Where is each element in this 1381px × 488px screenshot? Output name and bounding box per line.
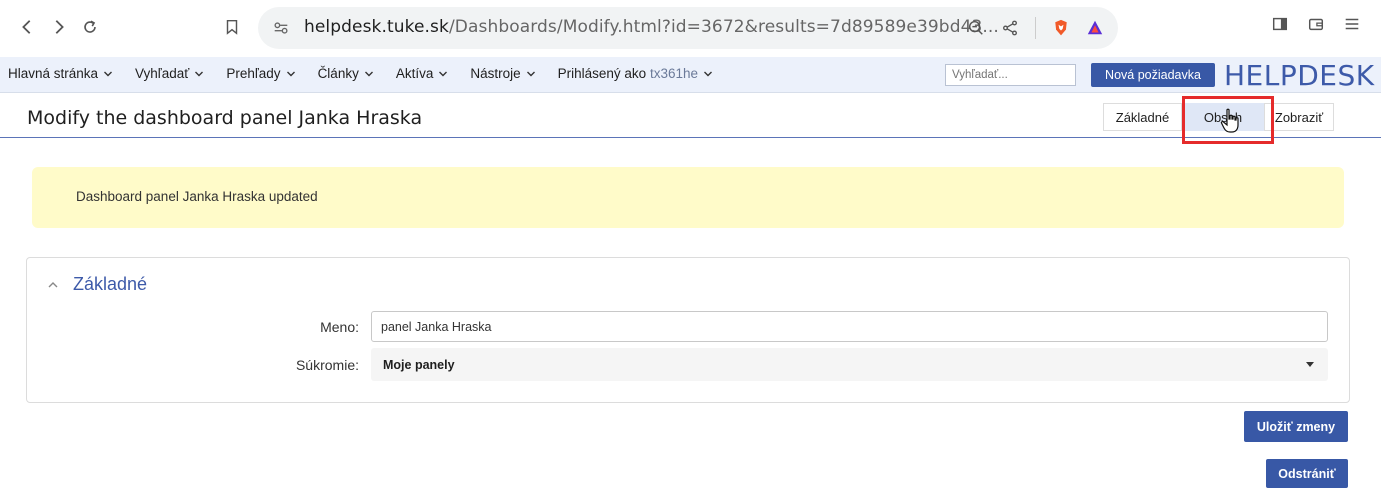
- menu-icon[interactable]: [1343, 15, 1361, 33]
- delete-button[interactable]: Odstrániť: [1266, 459, 1348, 488]
- main-menubar: Hlavná stránka Vyhľadať Prehľady Články …: [0, 57, 1381, 93]
- menu-item-label: Aktíva: [395, 66, 434, 81]
- new-ticket-button[interactable]: Nová požiadavka: [1091, 63, 1215, 87]
- section-toggle[interactable]: Základné: [47, 274, 147, 295]
- name-label: Meno:: [320, 319, 359, 335]
- basics-section: Základné Meno: panel Janka Hraska Súkrom…: [26, 257, 1350, 403]
- search-input[interactable]: [945, 64, 1076, 86]
- menu-item-label: Prehľady: [226, 66, 281, 81]
- back-button[interactable]: [14, 14, 40, 40]
- back-arrow-icon: [22, 20, 31, 34]
- chevron-down-icon: [286, 71, 295, 76]
- brave-shields-icon[interactable]: [1052, 19, 1070, 37]
- menu-item-home[interactable]: Hlavná stránka: [8, 66, 113, 81]
- menu-item-user[interactable]: Prihlásený ako tx361he: [558, 66, 713, 81]
- chevron-up-icon: [48, 281, 58, 287]
- url-path: /Dashboards/Modify.html?id=3672&results=…: [448, 17, 999, 37]
- bookmark-icon: [226, 19, 238, 35]
- url-text[interactable]: helpdesk.tuke.sk/Dashboards/Modify.html?…: [304, 17, 999, 37]
- address-bar[interactable]: helpdesk.tuke.sk/Dashboards/Modify.html?…: [258, 7, 1118, 49]
- privacy-label: Súkromie:: [295, 357, 359, 373]
- menu-items: Hlavná stránka Vyhľadať Prehľady Články …: [8, 66, 735, 81]
- tab-show[interactable]: Zobraziť: [1264, 103, 1334, 131]
- bookmark-button[interactable]: [219, 14, 245, 40]
- user-prefix: Prihlásený ako: [557, 66, 647, 81]
- section-title: Základné: [73, 274, 148, 294]
- chevron-down-icon: [104, 71, 113, 76]
- save-button[interactable]: Uložiť zmeny: [1244, 411, 1348, 442]
- user-name: tx361he: [649, 66, 698, 81]
- menu-item-label: Nástroje: [470, 66, 521, 81]
- menu-item-articles[interactable]: Články: [318, 66, 374, 81]
- forward-arrow-icon: [55, 20, 64, 34]
- url-host: helpdesk.tuke.sk: [304, 17, 449, 37]
- hand-cursor-icon: [1220, 108, 1239, 133]
- menu-item-label: Články: [317, 66, 359, 81]
- wallet-icon[interactable]: [1307, 15, 1325, 33]
- reload-icon: [84, 20, 96, 33]
- caret-down-icon: [1306, 362, 1314, 367]
- menu-item-assets[interactable]: Aktíva: [396, 66, 449, 81]
- page-tabs: Základné Obsah Zobraziť: [1103, 103, 1334, 131]
- privacy-select[interactable]: Moje panely: [371, 348, 1328, 381]
- menu-item-reports[interactable]: Prehľady: [226, 66, 295, 81]
- share-icon[interactable]: [1001, 19, 1019, 37]
- chevron-down-icon: [364, 71, 373, 76]
- menu-item-tools[interactable]: Nástroje: [470, 66, 535, 81]
- zoom-icon[interactable]: [967, 19, 985, 37]
- chevron-down-icon: [704, 71, 712, 76]
- helpdesk-logo[interactable]: HELPDESK: [1224, 59, 1375, 92]
- browser-toolbar: helpdesk.tuke.sk/Dashboards/Modify.html?…: [0, 0, 1381, 57]
- menu-item-search[interactable]: Vyhľadať: [135, 66, 204, 81]
- menu-item-label: Hlavná stránka: [8, 66, 99, 81]
- sidebar-toggle-icon[interactable]: [1271, 15, 1289, 33]
- browser-right-tools: [1271, 15, 1361, 33]
- chevron-down-icon: [526, 71, 535, 76]
- chevron-down-icon: [439, 71, 448, 76]
- forward-button[interactable]: [46, 14, 72, 40]
- chevron-down-icon: [195, 71, 204, 76]
- separator: [1035, 17, 1036, 39]
- tab-basics[interactable]: Základné: [1103, 103, 1182, 131]
- success-notice: Dashboard panel Janka Hraska updated: [32, 167, 1344, 228]
- reload-button[interactable]: [77, 14, 103, 40]
- address-bar-actions: [967, 16, 1104, 40]
- privacy-selected-value: Moje panely: [383, 358, 455, 372]
- site-settings-icon[interactable]: [272, 19, 290, 37]
- page-title: Modify the dashboard panel Janka Hraska: [27, 107, 423, 129]
- name-field[interactable]: panel Janka Hraska: [371, 311, 1328, 342]
- notice-text: Dashboard panel Janka Hraska updated: [76, 189, 318, 204]
- page-header: Modify the dashboard panel Janka Hraska …: [0, 93, 1381, 138]
- menu-item-label: Vyhľadať: [135, 66, 190, 81]
- brave-rewards-icon[interactable]: [1086, 19, 1104, 37]
